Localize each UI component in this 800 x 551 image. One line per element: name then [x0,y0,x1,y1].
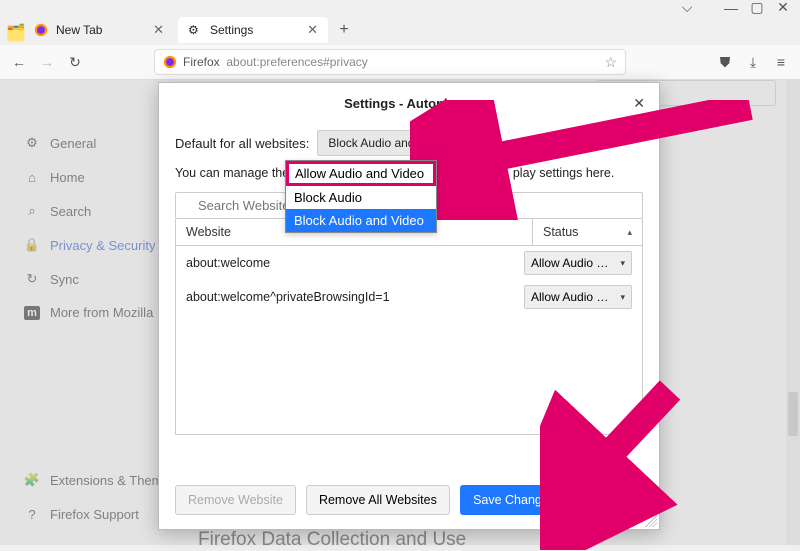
toolbar: ← → ↻ Firefox about:preferences#privacy … [0,45,800,80]
table-row[interactable]: about:welcome Allow Audio … ▾ [176,246,642,280]
back-button[interactable]: ← [10,54,28,70]
tabs-bar: 🗂️ New Tab ✕ ⚙ Settings ✕ + [0,15,800,45]
url-bar[interactable]: Firefox about:preferences#privacy ☆ [154,49,626,75]
remove-all-websites-button[interactable]: Remove All Websites [306,485,450,515]
new-tab-button[interactable]: + [332,21,356,39]
tab-settings[interactable]: ⚙ Settings ✕ [178,17,328,43]
chevron-down-icon: ▾ [620,258,625,269]
row-status-select[interactable]: Allow Audio … ▾ [524,251,632,275]
websites-table: Website Status ▴ about:welcome Allow Aud… [175,219,643,435]
chevron-down-icon: ▾ [454,138,459,149]
tab-new-tab[interactable]: New Tab ✕ [24,17,174,43]
cell-website: about:welcome [186,250,524,276]
remove-website-button: Remove Website [175,485,296,515]
select-value: Block Audio and Video [328,136,448,150]
sort-arrow-icon: ▴ [627,227,632,238]
column-status-label: Status [543,225,578,239]
autoplay-settings-dialog: Settings - Autoplay ✕ Default for all we… [158,82,660,530]
firefox-icon [163,55,177,69]
window-minimize[interactable]: — [722,0,740,16]
resize-handle[interactable] [645,515,657,527]
cell-website: about:welcome^privateBrowsingId=1 [186,284,524,310]
shield-icon[interactable]: ⛊ [716,54,734,71]
table-row[interactable]: about:welcome^privateBrowsingId=1 Allow … [176,280,642,314]
status-value: Allow Audio … [531,256,608,270]
dialog-title: Settings - Autoplay [173,96,633,111]
reload-button[interactable]: ↻ [66,54,84,71]
gear-icon: ⚙ [188,23,202,37]
bookmarks-toolbar-icon[interactable]: 🗂️ [6,23,20,37]
save-changes-button[interactable]: Save Changes [460,485,568,515]
window-dropdown[interactable]: ⌵ [678,0,696,16]
dropdown-option-block-all[interactable]: Block Audio and Video [286,209,436,232]
downloads-icon[interactable]: ⤓ [744,54,762,71]
status-value: Allow Audio … [531,290,608,304]
tab-label: New Tab [56,23,102,37]
chevron-down-icon: ▾ [620,292,625,303]
close-icon[interactable]: ✕ [307,22,318,38]
bookmark-star-icon[interactable]: ☆ [604,54,617,71]
firefox-icon [34,23,48,37]
close-icon[interactable]: ✕ [633,95,645,112]
window-maximize[interactable]: ▢ [748,0,766,16]
column-status[interactable]: Status ▴ [532,219,642,245]
default-label: Default for all websites: [175,136,309,151]
forward-button: → [38,54,56,70]
close-icon[interactable]: ✕ [153,22,164,38]
row-status-select[interactable]: Allow Audio … ▾ [524,285,632,309]
tab-label: Settings [210,23,253,37]
default-autoplay-select[interactable]: Block Audio and Video ▾ [317,130,469,156]
cancel-button[interactable]: Cancel [578,485,643,515]
autoplay-dropdown-menu: Allow Audio and Video Block Audio Block … [285,160,437,233]
app-menu-icon[interactable]: ≡ [772,54,790,70]
url-identity: Firefox about:preferences#privacy [183,55,368,69]
dropdown-option-block-audio[interactable]: Block Audio [286,186,436,209]
window-close[interactable]: ✕ [774,0,792,16]
dropdown-option-allow-all[interactable]: Allow Audio and Video [286,161,436,186]
